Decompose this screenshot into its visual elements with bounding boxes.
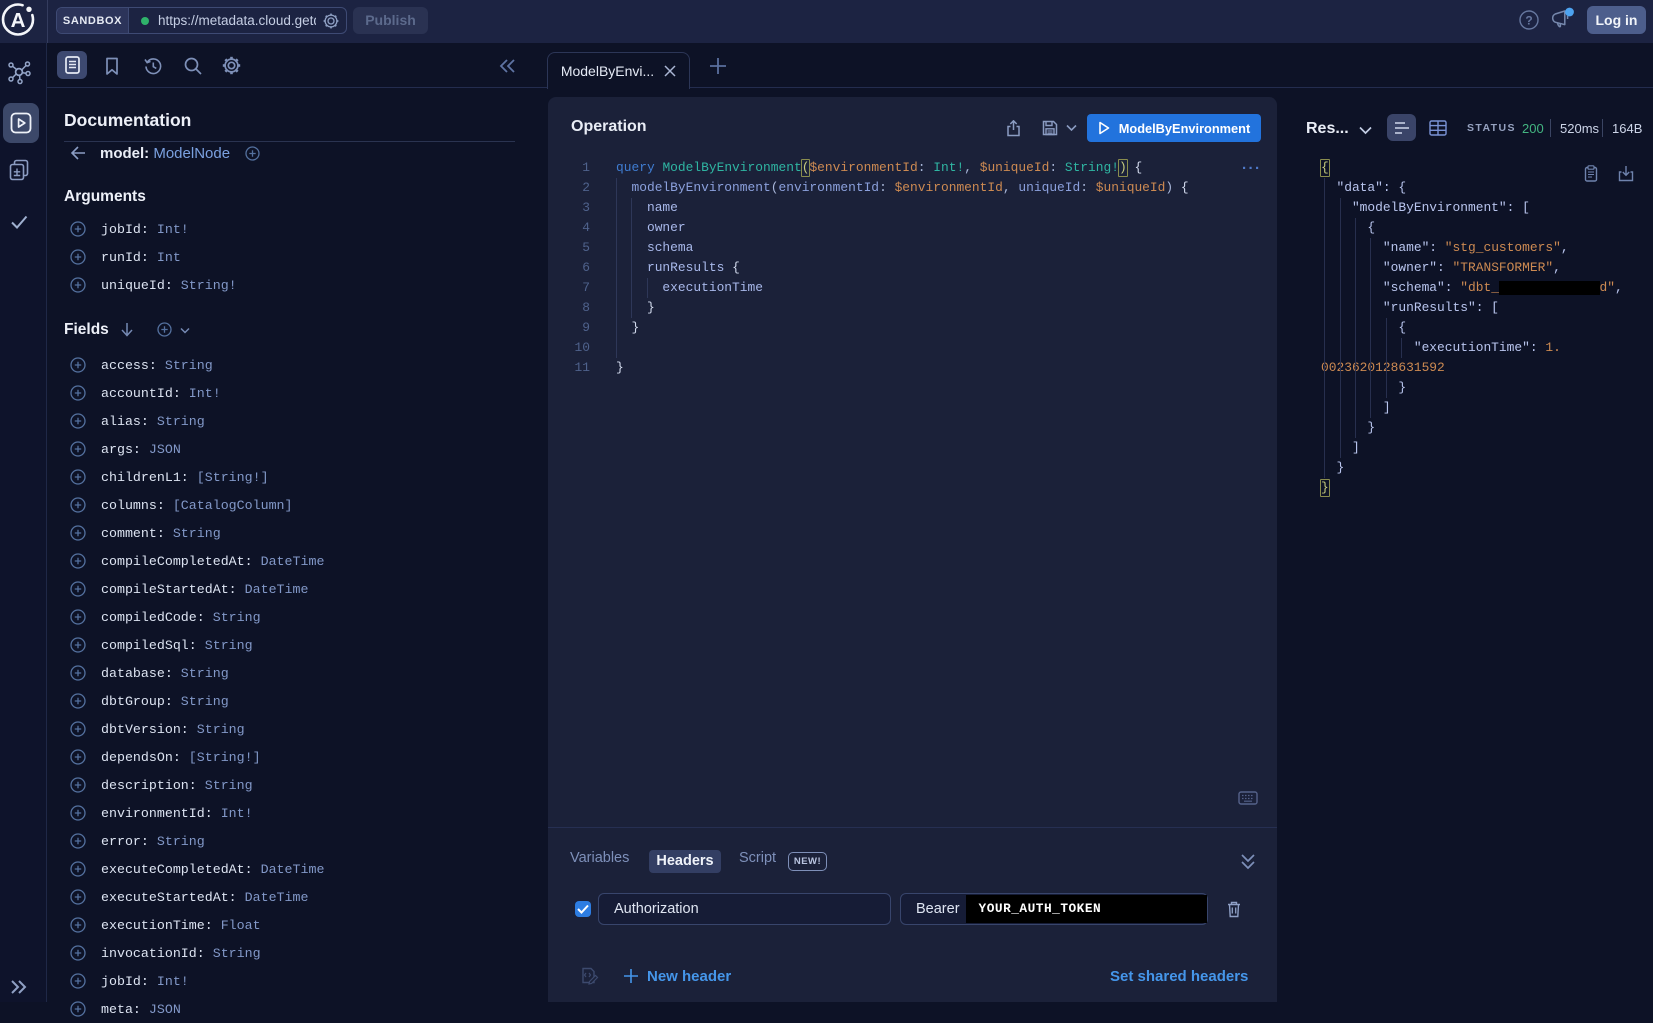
svg-text:?: ? — [1525, 14, 1532, 28]
svg-text:A: A — [11, 9, 26, 32]
